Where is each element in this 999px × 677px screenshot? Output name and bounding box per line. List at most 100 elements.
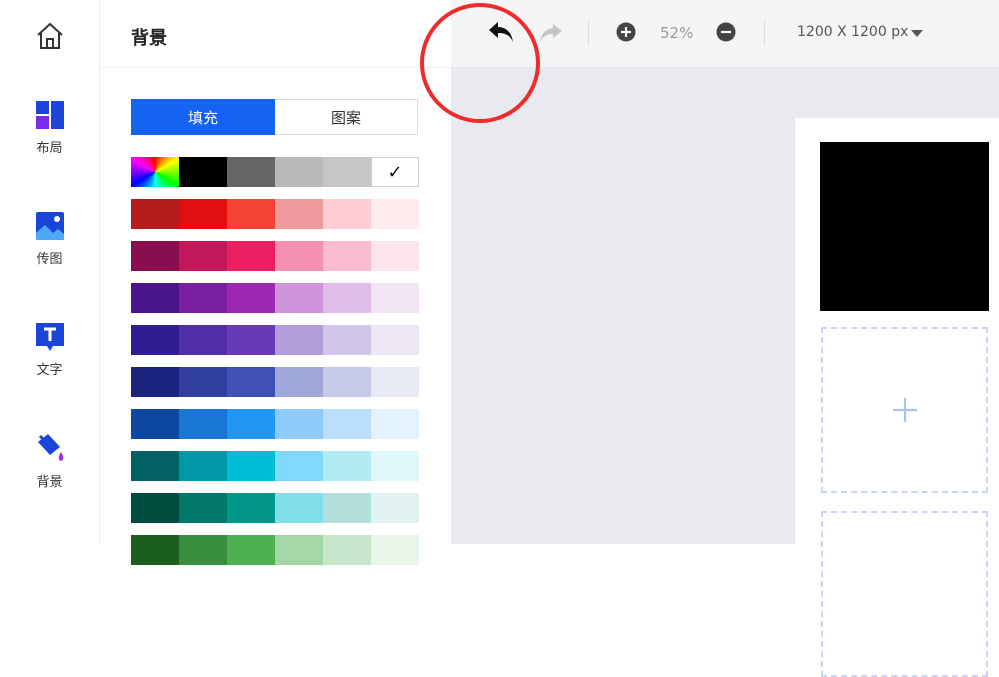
swatch-row (131, 451, 419, 481)
swatch-row (131, 493, 419, 523)
color-swatch[interactable] (323, 409, 371, 439)
undo-icon[interactable] (487, 20, 515, 44)
color-swatch[interactable] (227, 241, 275, 271)
color-swatch[interactable] (323, 535, 371, 565)
color-swatch[interactable] (371, 283, 419, 313)
color-swatch[interactable] (179, 283, 227, 313)
color-swatch[interactable] (179, 325, 227, 355)
empty-image-slot[interactable] (821, 511, 988, 677)
color-swatch[interactable] (323, 199, 371, 229)
redo-icon[interactable] (538, 22, 564, 44)
color-swatch-selected[interactable]: ✓ (371, 157, 419, 187)
color-swatch[interactable] (275, 199, 323, 229)
color-swatch[interactable] (227, 199, 275, 229)
color-swatch[interactable] (131, 493, 179, 523)
color-swatch[interactable] (371, 409, 419, 439)
sidebar-item-label: 传图 (36, 252, 63, 267)
color-swatch[interactable] (323, 157, 371, 187)
color-swatch[interactable] (131, 283, 179, 313)
panel-divider (100, 67, 450, 68)
sidebar-item-label: 背景 (36, 475, 63, 490)
color-swatch[interactable] (275, 325, 323, 355)
color-palette: ✓ (131, 157, 419, 577)
sidebar-item-background[interactable]: 背景 (0, 432, 99, 490)
color-swatch[interactable] (371, 199, 419, 229)
top-toolbar: 52% 1200 X 1200 px (451, 0, 999, 67)
toolbar-separator (588, 20, 589, 45)
color-swatch[interactable] (275, 241, 323, 271)
zoom-level: 52% (660, 24, 694, 42)
paint-bucket-icon (37, 434, 63, 461)
color-swatch[interactable] (275, 451, 323, 481)
color-swatch[interactable] (179, 241, 227, 271)
color-swatch[interactable] (179, 451, 227, 481)
color-swatch[interactable] (227, 283, 275, 313)
custom-color-swatch[interactable] (131, 157, 179, 187)
home-icon (36, 22, 63, 49)
color-swatch[interactable] (371, 451, 419, 481)
swatch-row (131, 409, 419, 439)
color-swatch[interactable] (275, 493, 323, 523)
filled-frame[interactable] (820, 142, 989, 311)
color-swatch[interactable] (275, 535, 323, 565)
sidebar-item-layout[interactable]: 布局 (0, 100, 99, 156)
swatch-row (131, 283, 419, 313)
sidebar-item-home[interactable] (0, 22, 99, 50)
color-swatch[interactable] (179, 493, 227, 523)
plus-icon (892, 398, 917, 422)
canvas-workspace (451, 67, 999, 677)
sidebar-item-upload[interactable]: 传图 (0, 211, 99, 267)
color-swatch[interactable] (371, 493, 419, 523)
color-swatch[interactable] (275, 367, 323, 397)
swatch-row (131, 325, 419, 355)
color-swatch[interactable] (131, 241, 179, 271)
color-swatch[interactable] (131, 535, 179, 565)
color-swatch[interactable] (227, 451, 275, 481)
color-swatch[interactable] (371, 535, 419, 565)
color-swatch[interactable] (227, 409, 275, 439)
canvas-size-select[interactable]: 1200 X 1200 px (797, 24, 908, 40)
color-swatch[interactable] (131, 325, 179, 355)
color-swatch[interactable] (131, 409, 179, 439)
color-swatch[interactable] (227, 367, 275, 397)
color-swatch[interactable] (179, 409, 227, 439)
color-swatch[interactable] (323, 325, 371, 355)
color-swatch[interactable] (371, 367, 419, 397)
swatch-row: ✓ (131, 157, 419, 187)
zoom-out-icon[interactable] (716, 22, 736, 42)
sidebar-item-label: 布局 (36, 141, 63, 156)
swatch-row (131, 535, 419, 565)
color-swatch[interactable] (371, 241, 419, 271)
sidebar-item-text[interactable]: 文字 (0, 322, 99, 378)
color-swatch[interactable] (275, 283, 323, 313)
color-swatch[interactable] (323, 451, 371, 481)
tab-fill[interactable]: 填充 (131, 99, 275, 135)
color-swatch[interactable] (323, 367, 371, 397)
color-swatch[interactable] (179, 535, 227, 565)
left-rail: 布局 传图 文字 背景 (0, 0, 100, 544)
color-swatch[interactable] (323, 241, 371, 271)
tab-pattern[interactable]: 图案 (275, 99, 418, 135)
color-swatch[interactable] (275, 409, 323, 439)
color-swatch[interactable] (227, 535, 275, 565)
color-swatch[interactable] (227, 325, 275, 355)
color-swatch[interactable] (131, 199, 179, 229)
color-swatch[interactable] (179, 367, 227, 397)
color-swatch[interactable] (371, 325, 419, 355)
color-swatch[interactable] (323, 283, 371, 313)
color-swatch[interactable] (323, 493, 371, 523)
color-swatch[interactable] (275, 157, 323, 187)
color-swatch[interactable] (131, 451, 179, 481)
color-swatch[interactable] (227, 493, 275, 523)
fill-mode-tabs: 填充 图案 (131, 99, 418, 135)
swatch-row (131, 199, 419, 229)
toolbar-separator (764, 20, 765, 45)
color-swatch[interactable] (131, 367, 179, 397)
chevron-down-icon[interactable] (911, 30, 923, 37)
zoom-in-icon[interactable] (616, 22, 636, 42)
empty-image-slot[interactable] (821, 327, 988, 493)
color-swatch[interactable] (179, 157, 227, 187)
color-swatch[interactable] (227, 157, 275, 187)
background-panel: 背景 填充 图案 ✓ (100, 0, 450, 565)
color-swatch[interactable] (179, 199, 227, 229)
